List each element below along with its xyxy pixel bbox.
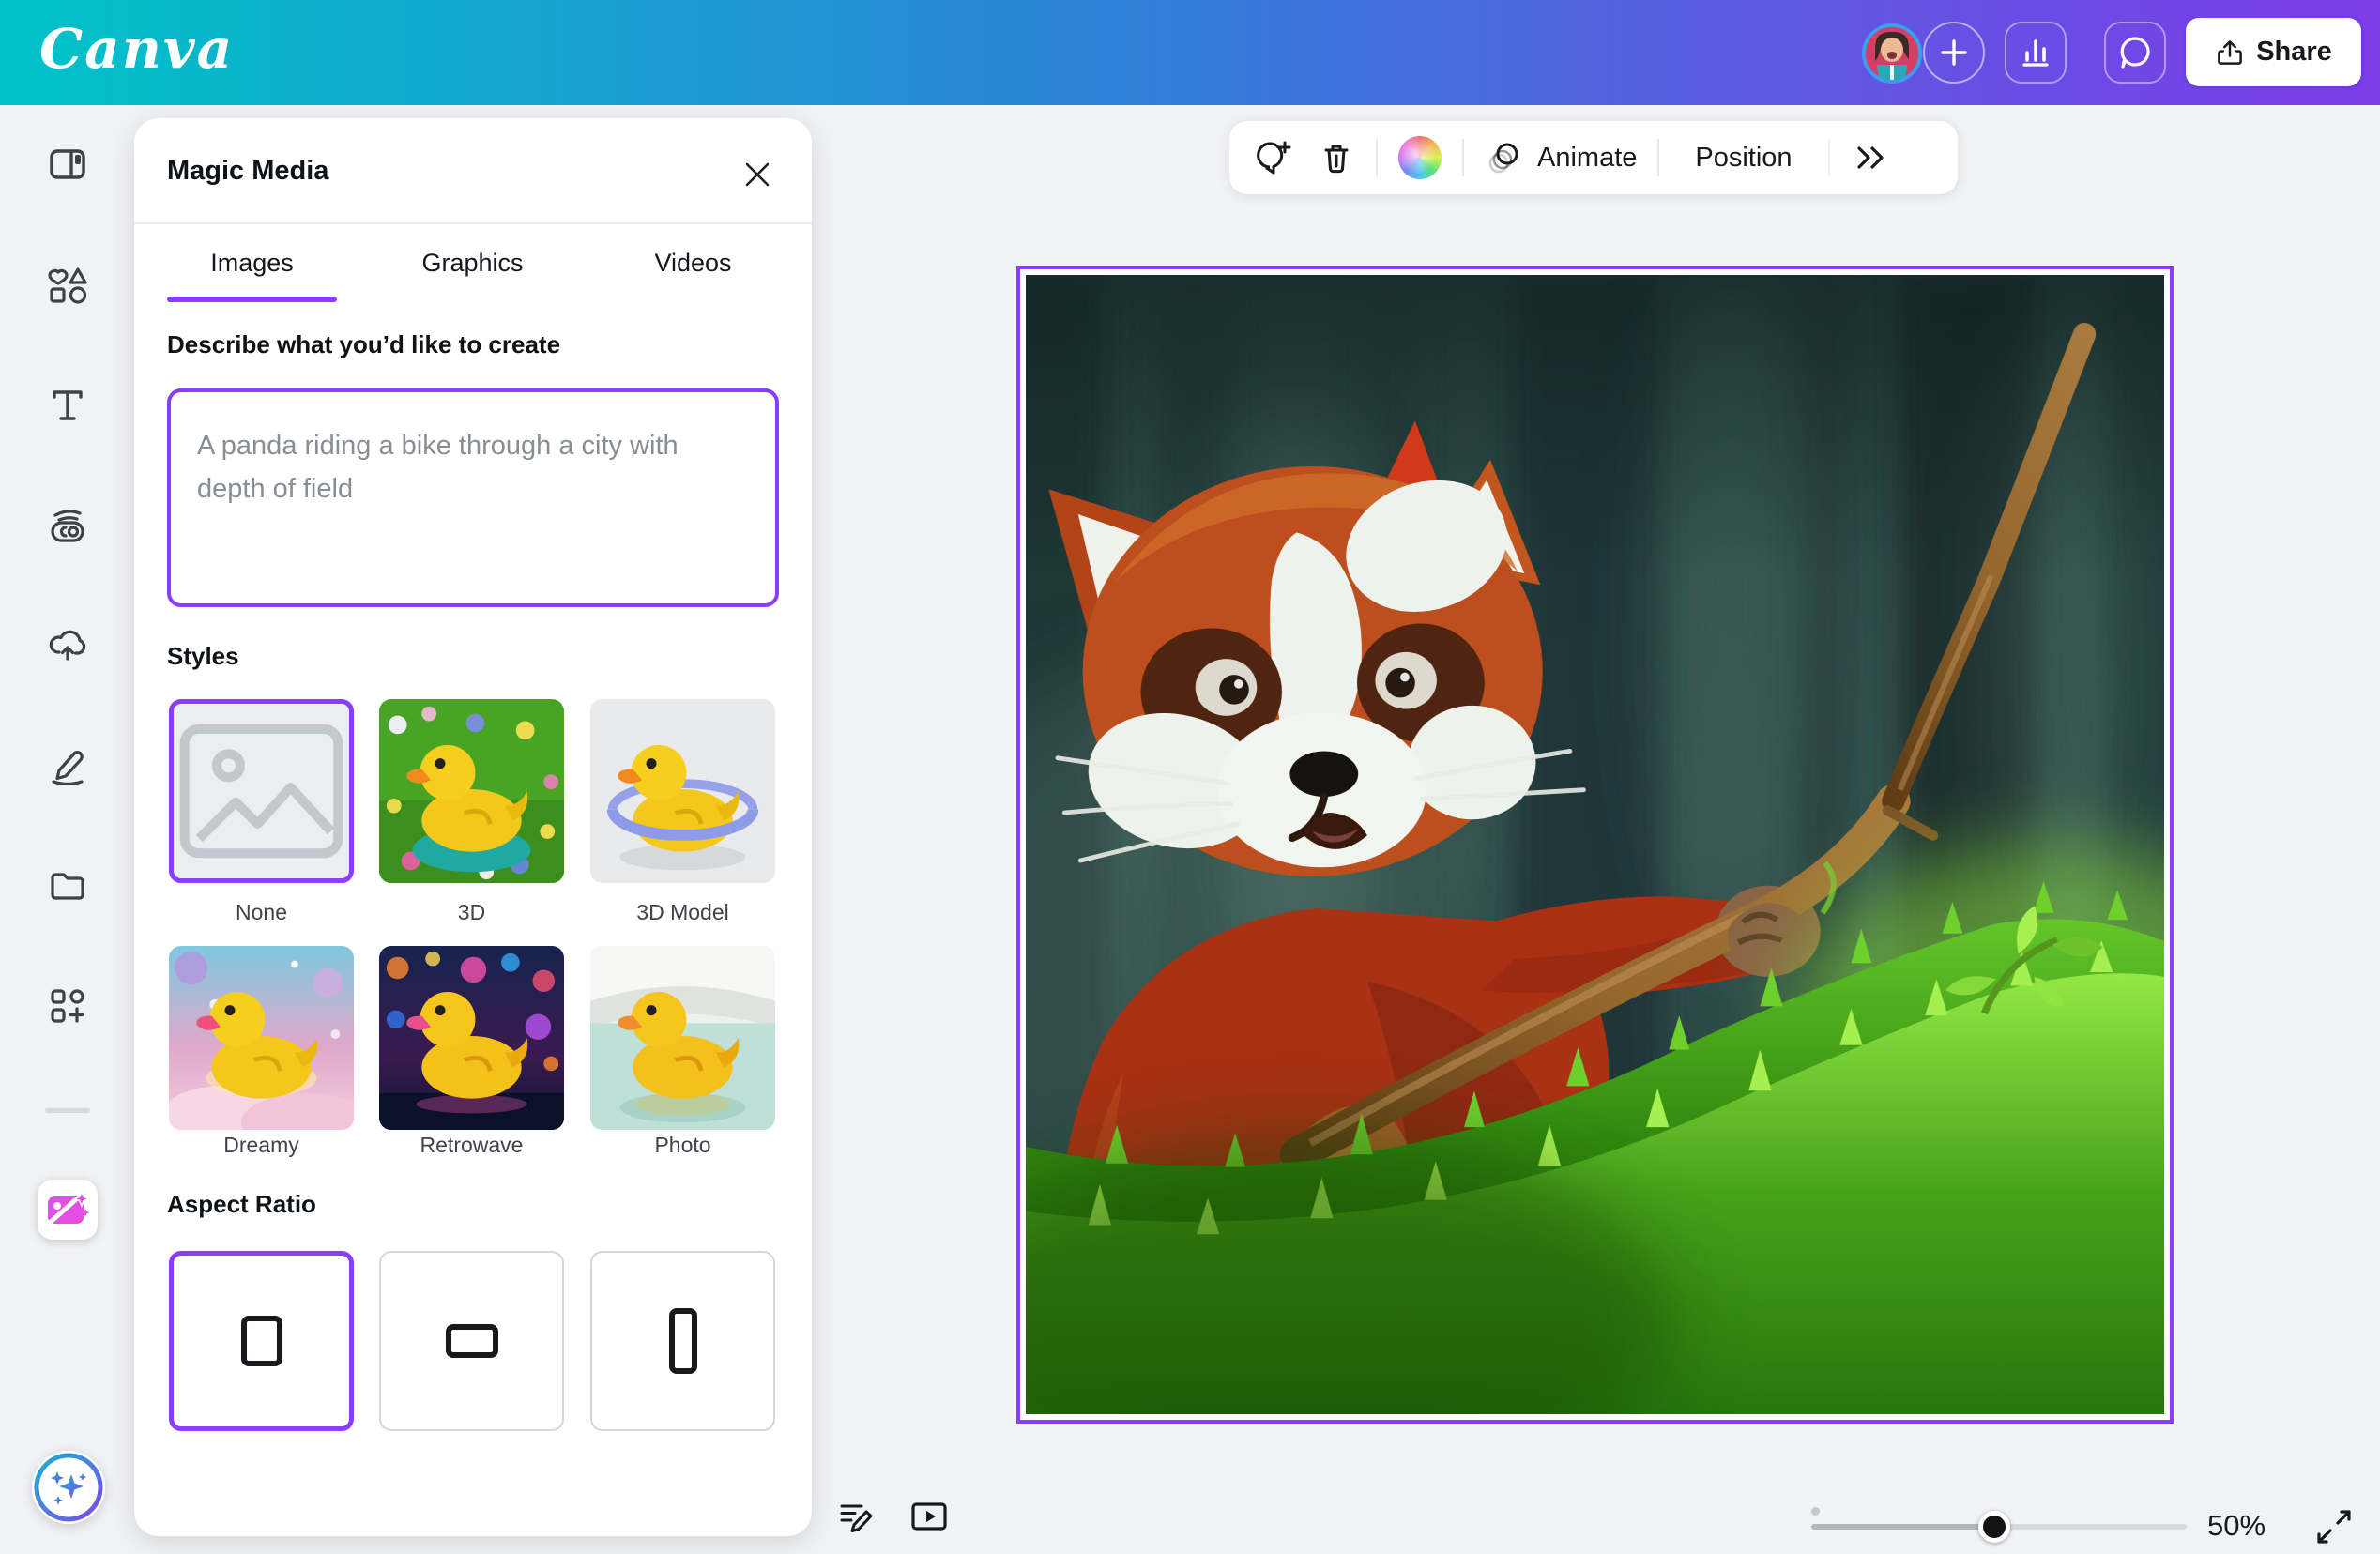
canva-assistant-button[interactable]: [32, 1451, 105, 1524]
comments-icon: [2115, 33, 2155, 72]
style-label-retrowave: Retrowave: [379, 1133, 564, 1158]
sidebar-item-magic-media[interactable]: [38, 1180, 98, 1240]
toolbar-divider: [1462, 139, 1464, 176]
present-button[interactable]: [907, 1494, 952, 1539]
close-panel-button[interactable]: [735, 152, 780, 197]
more-chevrons-icon: [1851, 139, 1890, 176]
red-panda-artwork: [1026, 275, 2164, 1414]
style-dreamy-thumbnail: [169, 946, 354, 1130]
style-label-photo: Photo: [590, 1133, 775, 1158]
aspect-option-landscape[interactable]: [379, 1251, 564, 1431]
aspect-option-portrait[interactable]: [590, 1251, 775, 1431]
insights-button[interactable]: [2005, 22, 2067, 84]
style-3d-model-thumbnail: [590, 699, 775, 883]
add-icon: [1936, 35, 1972, 70]
magic-media-app-icon: [44, 1186, 91, 1233]
styles-label: Styles: [167, 642, 239, 671]
animate-label: Animate: [1537, 143, 1637, 174]
portrait-ratio-icon: [669, 1308, 697, 1374]
aspect-option-square[interactable]: [169, 1251, 354, 1431]
style-label-3d: 3D: [379, 900, 564, 925]
prompt-input[interactable]: [167, 388, 779, 607]
comments-button[interactable]: [2104, 22, 2166, 84]
insights-icon: [2017, 34, 2054, 71]
style-option-none[interactable]: [169, 699, 354, 883]
toolbar-divider: [1376, 139, 1378, 176]
panel-header-divider: [134, 222, 812, 224]
magic-media-panel: Magic Media Images Graphics Videos Descr…: [134, 118, 812, 1536]
expand-icon: [2312, 1505, 2356, 1548]
comment-add-button[interactable]: [1254, 138, 1293, 177]
panel-title: Magic Media: [167, 156, 328, 187]
animate-button[interactable]: Animate: [1485, 138, 1637, 177]
style-label-3d-model: 3D Model: [590, 900, 775, 925]
tab-graphics[interactable]: Graphics: [388, 232, 557, 302]
apps-icon: [46, 984, 89, 1028]
sidebar-item-projects[interactable]: [38, 856, 98, 916]
sidebar-item-elements[interactable]: [38, 255, 98, 315]
zoom-slider-thumb[interactable]: [1978, 1511, 2010, 1543]
style-label-none: None: [169, 900, 354, 925]
toolbar-divider: [1657, 139, 1659, 176]
style-label-dreamy: Dreamy: [169, 1133, 354, 1158]
text-icon: [46, 384, 89, 427]
share-upload-icon: [2215, 38, 2245, 68]
describe-label: Describe what you’d like to create: [167, 330, 560, 359]
elements-icon: [46, 264, 89, 307]
fullscreen-button[interactable]: [2311, 1503, 2357, 1550]
tab-images[interactable]: Images: [167, 232, 337, 302]
style-option-retrowave[interactable]: [379, 946, 564, 1130]
animate-icon: [1485, 138, 1524, 177]
projects-icon: [46, 864, 89, 907]
share-label: Share: [2256, 37, 2332, 68]
draw-icon: [46, 743, 89, 786]
sidebar-divider: [45, 1108, 90, 1113]
style-photo-thumbnail: [590, 946, 775, 1130]
sidebar-item-draw[interactable]: [38, 735, 98, 795]
avatar-image: [1866, 27, 1918, 80]
aspect-ratio-label: Aspect Ratio: [167, 1190, 316, 1219]
sidebar-item-design[interactable]: [38, 134, 98, 194]
canva-assistant-icon: [32, 1451, 105, 1524]
tab-videos[interactable]: Videos: [608, 232, 778, 302]
image-placeholder-icon: [174, 704, 349, 878]
style-retrowave-thumbnail: [379, 946, 564, 1130]
position-label: Position: [1695, 143, 1792, 174]
sidebar-item-brand[interactable]: [38, 496, 98, 556]
top-bar: Canva Share: [0, 0, 2380, 105]
style-option-3d-model[interactable]: [590, 699, 775, 883]
more-options-button[interactable]: [1851, 139, 1890, 176]
design-icon: [46, 143, 89, 186]
avatar[interactable]: [1862, 23, 1922, 84]
brand-icon: [46, 505, 89, 548]
add-button[interactable]: [1923, 22, 1985, 84]
share-button[interactable]: Share: [2186, 18, 2361, 86]
zoom-min-marker: [1811, 1507, 1820, 1516]
trash-icon: [1318, 139, 1355, 176]
canva-logo[interactable]: Canva: [39, 17, 234, 81]
uploads-icon: [46, 623, 89, 666]
sidebar-item-apps[interactable]: [38, 976, 98, 1036]
canvas-selected-image[interactable]: [1016, 266, 2174, 1424]
comment-add-icon: [1254, 138, 1293, 177]
position-button[interactable]: Position: [1680, 143, 1807, 174]
present-icon: [908, 1495, 951, 1538]
canvas-toolbar: Animate Position: [1229, 121, 1958, 194]
zoom-level[interactable]: 50%: [2207, 1509, 2282, 1543]
toolbar-divider: [1828, 139, 1830, 176]
style-option-dreamy[interactable]: [169, 946, 354, 1130]
landscape-ratio-icon: [446, 1324, 498, 1358]
panel-tabs: Images Graphics Videos: [167, 232, 778, 302]
sidebar-item-uploads[interactable]: [38, 615, 98, 675]
close-icon: [741, 159, 773, 190]
color-button[interactable]: [1398, 136, 1442, 179]
notes-button[interactable]: [835, 1494, 880, 1539]
delete-button[interactable]: [1318, 139, 1355, 176]
style-option-photo[interactable]: [590, 946, 775, 1130]
style-option-3d[interactable]: [379, 699, 564, 883]
sidebar-item-text[interactable]: [38, 375, 98, 435]
style-3d-thumbnail: [379, 699, 564, 883]
square-ratio-icon: [241, 1316, 282, 1366]
notes-icon: [836, 1495, 879, 1538]
